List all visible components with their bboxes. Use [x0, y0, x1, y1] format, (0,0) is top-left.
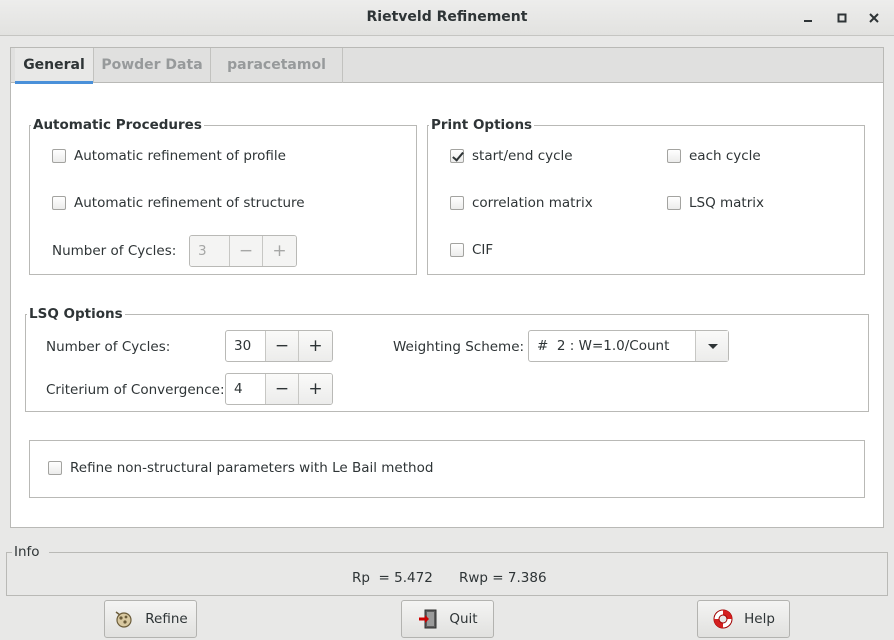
- auto-cycles-decrement-button: −: [230, 236, 263, 266]
- each-cycle-checkbox[interactable]: each cycle: [667, 148, 761, 164]
- automatic-procedures-title: Automatic Procedures: [31, 117, 204, 133]
- correlation-matrix-label: correlation matrix: [472, 195, 593, 211]
- refine-button[interactable]: Refine: [104, 600, 197, 638]
- lifebuoy-icon: [712, 608, 734, 630]
- auto-cycles-label: Number of Cycles:: [52, 243, 177, 259]
- exit-icon: [417, 608, 439, 630]
- start-end-cycle-label: start/end cycle: [472, 148, 573, 164]
- refine-structure-checkbox[interactable]: Automatic refinement of structure: [52, 195, 305, 211]
- quit-button[interactable]: Quit: [401, 600, 494, 638]
- convergence-spinner[interactable]: 4 − +: [225, 373, 333, 405]
- convergence-label: Criterium of Convergence:: [46, 382, 225, 398]
- chevron-down-icon[interactable]: [695, 331, 728, 361]
- refine-icon: [113, 608, 135, 630]
- auto-cycles-increment-button: +: [263, 236, 296, 266]
- convergence-decrement-button[interactable]: −: [266, 374, 299, 404]
- lsq-cycles-increment-button[interactable]: +: [299, 331, 332, 361]
- refine-profile-label: Automatic refinement of profile: [74, 148, 286, 164]
- weighting-scheme-dropdown[interactable]: # 2 : W=1.0/Count: [528, 330, 729, 362]
- close-icon[interactable]: [864, 8, 884, 28]
- weighting-scheme-value[interactable]: # 2 : W=1.0/Count: [529, 331, 695, 361]
- minimize-icon[interactable]: [798, 8, 818, 28]
- lsq-matrix-checkbox[interactable]: LSQ matrix: [667, 195, 764, 211]
- checkbox-box[interactable]: [667, 149, 681, 163]
- checkbox-box[interactable]: [450, 196, 464, 210]
- quit-label: Quit: [449, 611, 478, 627]
- help-label: Help: [744, 611, 775, 627]
- start-end-cycle-checkbox[interactable]: start/end cycle: [450, 148, 573, 164]
- correlation-matrix-checkbox[interactable]: correlation matrix: [450, 195, 593, 211]
- lsq-cycles-spinner[interactable]: 30 − +: [225, 330, 333, 362]
- tab-bar: General Powder Data paracetamol: [11, 48, 883, 84]
- convergence-increment-button[interactable]: +: [299, 374, 332, 404]
- refine-structure-label: Automatic refinement of structure: [74, 195, 305, 211]
- tab-paracetamol[interactable]: paracetamol: [211, 48, 343, 83]
- window-title: Rietveld Refinement: [366, 9, 528, 25]
- lsq-options-title: LSQ Options: [27, 306, 125, 322]
- checkbox-box[interactable]: [450, 243, 464, 257]
- lsq-cycles-decrement-button[interactable]: −: [266, 331, 299, 361]
- checkbox-box[interactable]: [52, 149, 66, 163]
- checkmark-icon[interactable]: [450, 149, 464, 163]
- print-options-title: Print Options: [429, 117, 535, 133]
- lsq-cycles-label: Number of Cycles:: [46, 339, 171, 355]
- maximize-icon[interactable]: [832, 8, 852, 28]
- le-bail-label: Refine non-structural parameters with Le…: [70, 460, 434, 476]
- auto-cycles-value: 3: [190, 236, 230, 266]
- lsq-cycles-value[interactable]: 30: [226, 331, 266, 361]
- le-bail-checkbox[interactable]: Refine non-structural parameters with Le…: [48, 460, 433, 476]
- checkbox-box[interactable]: [667, 196, 681, 210]
- refine-profile-checkbox[interactable]: Automatic refinement of profile: [52, 148, 286, 164]
- checkbox-box[interactable]: [48, 461, 62, 475]
- weighting-scheme-label: Weighting Scheme:: [393, 339, 525, 355]
- auto-cycles-spinner: 3 − +: [189, 235, 297, 267]
- rp-value: Rp = 5.472: [352, 570, 433, 586]
- cif-checkbox[interactable]: CIF: [450, 242, 493, 258]
- refine-label: Refine: [145, 611, 188, 627]
- lsq-matrix-label: LSQ matrix: [689, 195, 765, 211]
- tab-powder-data[interactable]: Powder Data: [94, 48, 211, 83]
- tab-general[interactable]: General: [15, 48, 94, 84]
- info-title: Info: [14, 544, 40, 560]
- rwp-value: Rwp = 7.386: [459, 570, 547, 586]
- checkbox-box[interactable]: [52, 196, 66, 210]
- info-frame: [6, 552, 888, 596]
- help-button[interactable]: Help: [697, 600, 790, 638]
- each-cycle-label: each cycle: [689, 148, 761, 164]
- title-bar: Rietveld Refinement: [0, 0, 894, 36]
- convergence-value[interactable]: 4: [226, 374, 266, 404]
- cif-label: CIF: [472, 242, 494, 258]
